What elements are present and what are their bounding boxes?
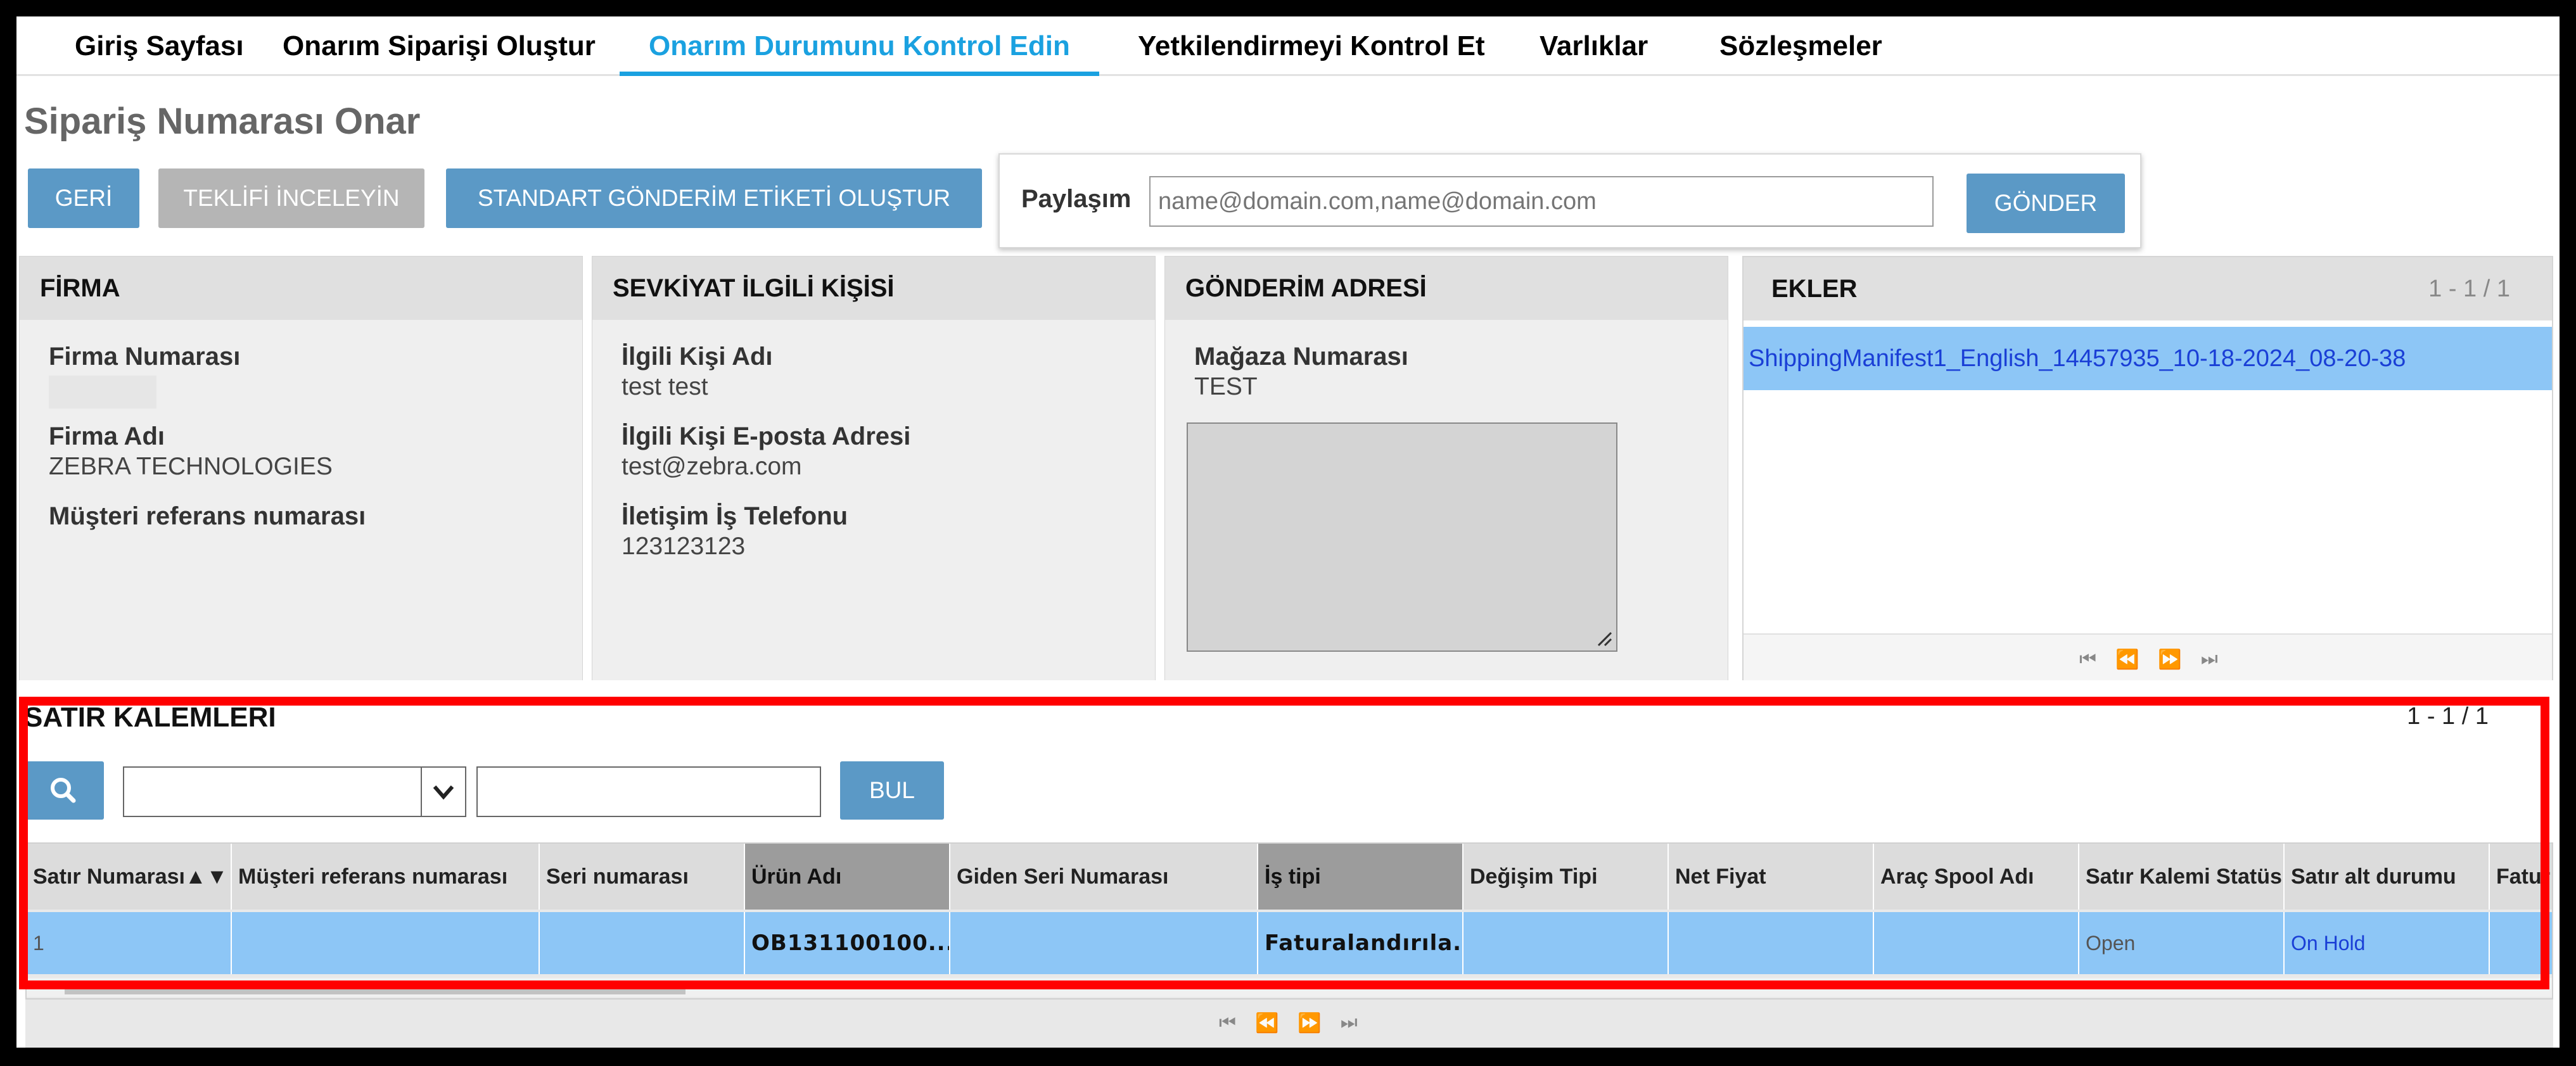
page-title: Sipariş Numarası Onar — [24, 101, 421, 142]
col-net-price[interactable]: Net Fiyat — [1669, 844, 1874, 910]
contact-panel: SEVKİYAT İLGİLİ KİŞİSİ İlgili Kişi Adı t… — [592, 256, 1156, 694]
shipping-address-panel: GÖNDERİM ADRESİ Mağaza Numarası TEST — [1164, 256, 1728, 694]
line-items-count: 1 - 1 / 1 — [2407, 703, 2489, 730]
cell-sub-status-link[interactable]: On Hold — [2285, 912, 2490, 974]
cell-product-name: OB131100100... — [745, 912, 950, 974]
company-name-label: Firma Adı — [49, 422, 165, 450]
cell-customer-ref — [232, 912, 540, 974]
cell-outbound-serial — [950, 912, 1258, 974]
app-frame: Giriş Sayfası Onarım Siparişi Oluştur On… — [16, 16, 2560, 1048]
company-name-value: ZEBRA TECHNOLOGIES — [49, 453, 333, 480]
contact-email-label: İlgili Kişi E-posta Adresi — [622, 422, 911, 450]
filter-value-input[interactable] — [476, 766, 821, 817]
attachment-item[interactable]: ShippingManifest1_English_14457935_10-18… — [1744, 327, 2552, 390]
contact-header: SEVKİYAT İLGİLİ KİŞİSİ — [592, 257, 1155, 320]
top-nav: Giriş Sayfası Onarım Siparişi Oluştur On… — [16, 16, 2560, 76]
resize-grip-icon[interactable] — [1595, 629, 1612, 647]
grid-header: Satır Numarası▲▼ Müşteri referans numara… — [27, 844, 2552, 910]
table-row[interactable]: 1 OB131100100... Faturalandırıla... Open… — [27, 912, 2552, 974]
contact-name-value: test test — [622, 373, 708, 400]
store-number-value: TEST — [1194, 373, 1258, 400]
customer-ref-label: Müşteri referans numarası — [49, 502, 366, 530]
create-shipping-label-button[interactable]: STANDART GÖNDERİM ETİKETİ OLUŞTUR — [446, 168, 982, 228]
back-button[interactable]: GERİ — [28, 168, 139, 228]
col-product-name[interactable]: Ürün Adı — [745, 844, 950, 910]
cell-job-type: Faturalandırıla... — [1258, 912, 1463, 974]
search-icon — [51, 778, 76, 803]
send-button[interactable]: GÖNDER — [1967, 174, 2125, 233]
cell-spool-name — [1874, 912, 2079, 974]
next-page-icon[interactable]: ⏩ — [2158, 649, 2181, 671]
line-items-pager: ⏮ ⏪ ⏩ ⏭ — [25, 998, 2553, 1048]
search-button[interactable] — [23, 761, 104, 820]
contact-phone-label: İletişim İş Telefonu — [622, 502, 848, 530]
tab-contracts[interactable]: Sözleşmeler — [1690, 16, 1911, 76]
line-items-section: SATIR KALEMLERİ 1 - 1 / 1 BUL Satır Numa… — [16, 680, 2560, 1048]
col-invoice[interactable]: Fatur — [2490, 844, 2552, 910]
col-job-type[interactable]: İş tipi — [1258, 844, 1463, 910]
share-box: Paylaşım GÖNDER — [998, 153, 2141, 248]
col-line-status[interactable]: Satır Kalemi Statüs — [2079, 844, 2285, 910]
sort-asc-icon[interactable]: ▲ — [185, 865, 207, 889]
horizontal-scrollbar[interactable] — [27, 978, 2552, 997]
sort-desc-icon[interactable]: ▼ — [207, 865, 228, 889]
address-textarea[interactable] — [1187, 422, 1617, 652]
store-number-label: Mağaza Numarası — [1194, 343, 1408, 371]
col-spool-name[interactable]: Araç Spool Adı — [1874, 844, 2079, 910]
next-page-icon[interactable]: ⏩ — [1298, 1012, 1321, 1034]
first-page-icon[interactable]: ⏮ — [2079, 649, 2096, 671]
contact-phone-value: 123123123 — [622, 533, 746, 560]
filter-field-select[interactable] — [123, 766, 466, 817]
attachments-pager: ⏮ ⏪ ⏩ ⏭ — [1744, 633, 2552, 684]
prev-page-icon[interactable]: ⏪ — [1255, 1012, 1278, 1034]
last-page-icon[interactable]: ⏭ — [2201, 649, 2218, 671]
col-serial[interactable]: Seri numarası — [540, 844, 745, 910]
cell-serial — [540, 912, 745, 974]
shipping-address-header: GÖNDERİM ADRESİ — [1165, 257, 1728, 320]
col-line-number[interactable]: Satır Numarası▲▼ — [27, 844, 232, 910]
tab-create-repair-order[interactable]: Onarım Siparişi Oluştur — [253, 16, 625, 76]
line-items-header: SATIR KALEMLERİ — [24, 702, 276, 733]
company-panel: FİRMA Firma Numarası Firma Adı ZEBRA TEC… — [19, 256, 583, 694]
cell-line-number: 1 — [27, 912, 232, 974]
first-page-icon[interactable]: ⏮ — [1219, 1012, 1236, 1034]
contact-email-value: test@zebra.com — [622, 453, 802, 480]
tab-check-authorization[interactable]: Yetkilendirmeyi Kontrol Et — [1109, 16, 1514, 76]
company-number-value — [49, 376, 156, 409]
cell-line-status: Open — [2079, 912, 2285, 974]
cell-exchange-type — [1463, 912, 1669, 974]
tab-check-repair-status[interactable]: Onarım Durumunu Kontrol Edin — [620, 16, 1099, 76]
cell-invoice — [2490, 912, 2552, 974]
line-items-grid: Satır Numarası▲▼ Müşteri referans numara… — [25, 842, 2553, 1020]
tab-home[interactable]: Giriş Sayfası — [46, 16, 273, 76]
contact-name-label: İlgili Kişi Adı — [622, 343, 773, 371]
review-quote-button[interactable]: TEKLİFİ İNCELEYİN — [158, 168, 424, 228]
col-exchange-type[interactable]: Değişim Tipi — [1463, 844, 1669, 910]
share-label: Paylaşım — [1021, 185, 1132, 213]
last-page-icon[interactable]: ⏭ — [1341, 1012, 1358, 1034]
share-email-input[interactable] — [1149, 176, 1934, 227]
company-number-label: Firma Numarası — [49, 343, 241, 371]
col-customer-ref[interactable]: Müşteri referans numarası — [232, 844, 540, 910]
chevron-down-icon[interactable] — [421, 768, 465, 816]
attachments-count: 1 - 1 / 1 — [2428, 276, 2510, 302]
attachments-panel: EKLER 1 - 1 / 1 ShippingManifest1_Englis… — [1742, 256, 2553, 685]
cell-net-price — [1669, 912, 1874, 974]
scrollbar-thumb[interactable] — [65, 980, 685, 994]
tab-assets[interactable]: Varlıklar — [1510, 16, 1677, 76]
company-header: FİRMA — [20, 257, 582, 320]
col-line-number-label: Satır Numarası — [33, 865, 185, 889]
prev-page-icon[interactable]: ⏪ — [2115, 649, 2139, 671]
find-button[interactable]: BUL — [840, 761, 944, 820]
col-outbound-serial[interactable]: Giden Seri Numarası — [950, 844, 1258, 910]
col-sub-status[interactable]: Satır alt durumu — [2285, 844, 2490, 910]
